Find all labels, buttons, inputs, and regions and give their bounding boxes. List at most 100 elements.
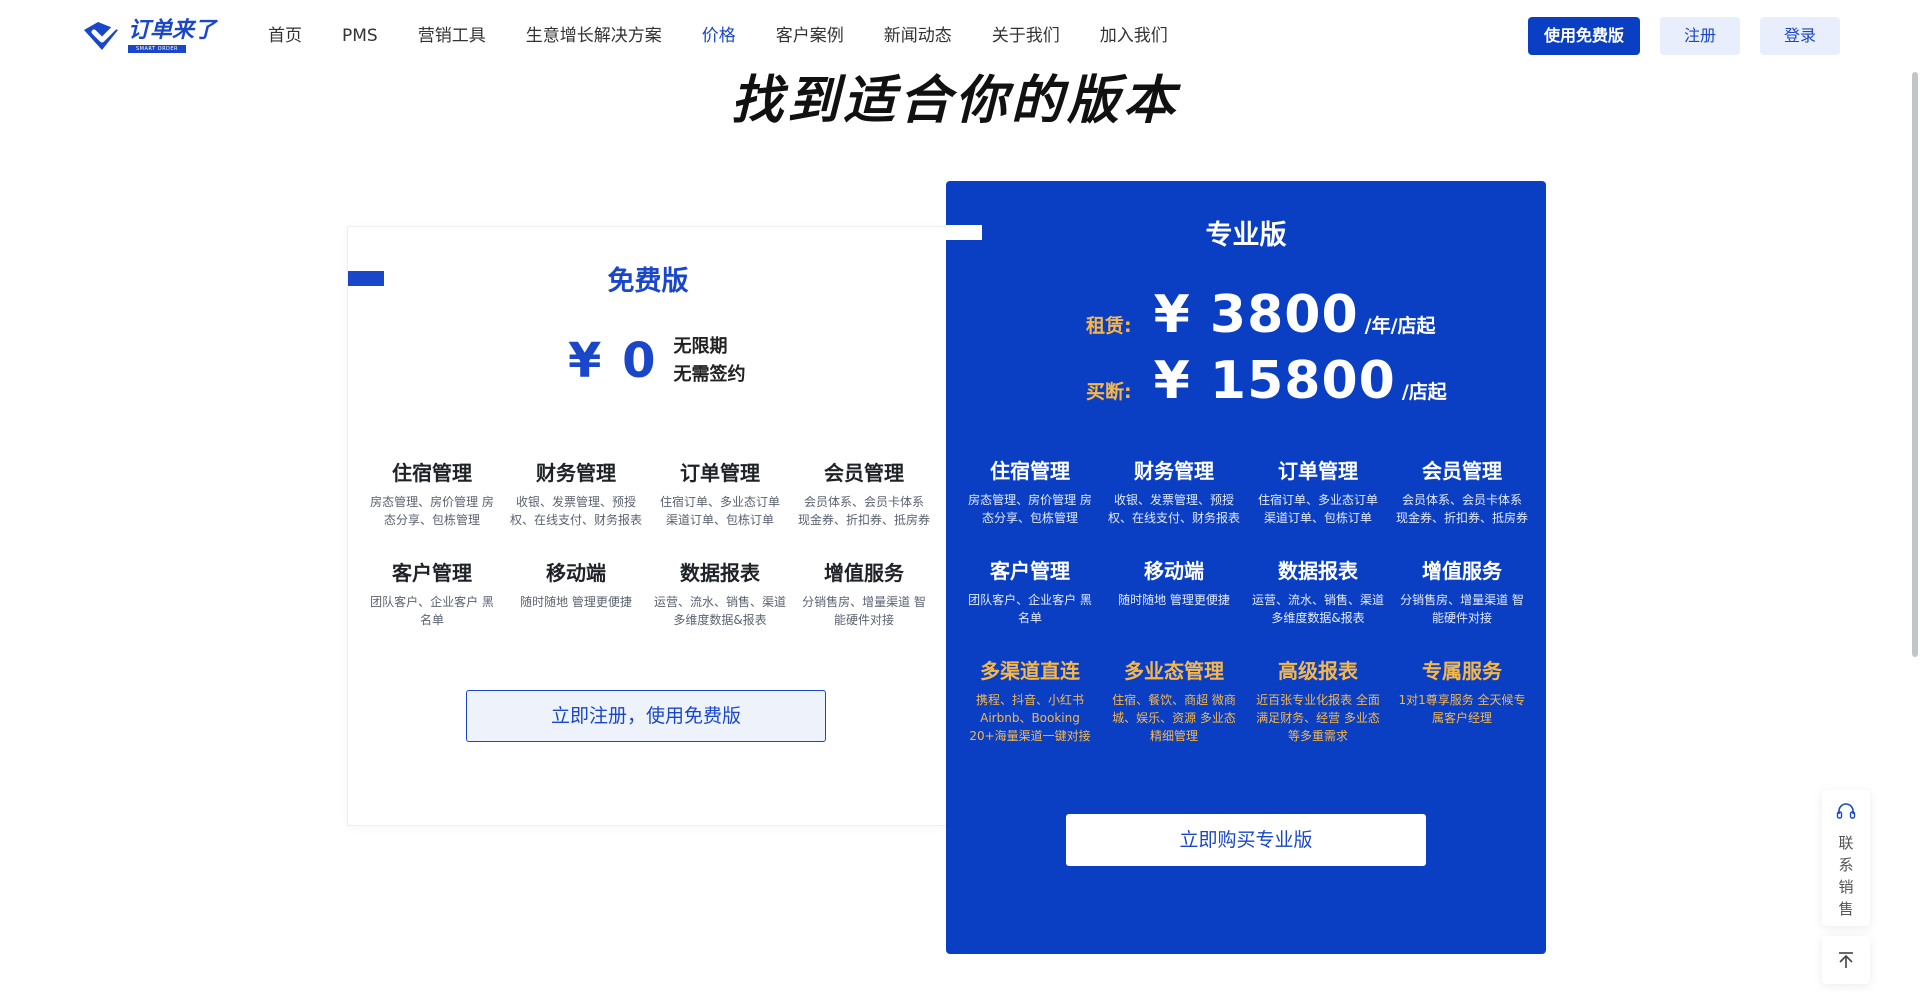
rent-amount: ¥ 3800: [1153, 285, 1359, 345]
feature-desc: 会员体系、会员卡体系 现金券、折扣券、抵房券: [1396, 493, 1529, 525]
rent-label: 租赁:: [1086, 315, 1132, 337]
feature-mobile: 移动端 随时随地 管理更便捷: [504, 559, 648, 629]
free-plan-card: 免费版 ¥ 0 无限期 无需签约 住宿管理 房态管理、房价管理 房态分享、包栋管…: [347, 226, 947, 826]
feature-desc: 会员体系、会员卡体系 现金券、折扣券、抵房券: [798, 495, 931, 527]
feature-name: 客户管理: [990, 559, 1070, 583]
feature-name: 数据报表: [680, 561, 760, 585]
feature-name: 高级报表: [1278, 659, 1358, 683]
feature-advanced-reports: 高级报表 近百张专业化报表 全面满足财务、经营 多业态等多重需求: [1246, 657, 1390, 745]
feature-name: 订单管理: [680, 461, 760, 485]
main-nav: 首页 PMS 营销工具 生意增长解决方案 价格 客户案例 新闻动态 关于我们 加…: [268, 24, 1208, 48]
feature-desc: 运营、流水、销售、渠道 多维度数据&报表: [654, 595, 787, 627]
register-button[interactable]: 注册: [1660, 17, 1740, 55]
feature-name: 订单管理: [1278, 459, 1358, 483]
feature-lodging: 住宿管理 房态管理、房价管理 房态分享、包栋管理: [360, 459, 504, 529]
contact-sales-label: 联系销售: [1838, 834, 1854, 918]
nav-item-growth-solutions[interactable]: 生意增长解决方案: [526, 24, 662, 48]
free-terms: 无限期 无需签约: [674, 333, 746, 389]
back-to-top-button[interactable]: [1822, 936, 1870, 984]
feature-name: 增值服务: [824, 561, 904, 585]
feature-desc: 房态管理、房价管理 房态分享、包栋管理: [968, 493, 1092, 525]
feature-name: 多业态管理: [1124, 659, 1224, 683]
feature-desc: 团队客户、企业客户 黑名单: [968, 593, 1092, 625]
brand-logo[interactable]: 订单来了 SMART ORDER: [78, 16, 216, 56]
feature-desc: 1对1尊享服务 全天候专属客户经理: [1398, 693, 1526, 725]
feature-name: 数据报表: [1278, 559, 1358, 583]
feature-value-added: 增值服务 分销售房、增量渠道 智能硬件对接: [1390, 557, 1534, 627]
feature-finance: 财务管理 收银、发票管理、预授权、在线支付、财务报表: [1102, 457, 1246, 527]
free-term-no-contract: 无需签约: [673, 364, 746, 385]
feature-name: 住宿管理: [990, 459, 1070, 483]
feature-reports: 数据报表 运营、流水、销售、渠道 多维度数据&报表: [1246, 557, 1390, 627]
nav-item-pricing[interactable]: 价格: [702, 24, 736, 48]
feature-desc: 房态管理、房价管理 房态分享、包栋管理: [370, 495, 494, 527]
feature-desc: 住宿、餐饮、商超 微商城、娱乐、资源 多业态精细管理: [1112, 693, 1236, 743]
feature-multi-business: 多业态管理 住宿、餐饮、商超 微商城、娱乐、资源 多业态精细管理: [1102, 657, 1246, 745]
feature-finance: 财务管理 收银、发票管理、预授权、在线支付、财务报表: [504, 459, 648, 529]
rent-unit: /年/店起: [1364, 315, 1436, 337]
pro-feature-grid: 住宿管理 房态管理、房价管理 房态分享、包栋管理 财务管理 收银、发票管理、预授…: [958, 457, 1534, 745]
arrow-up-icon: [1839, 952, 1853, 968]
nav-item-join[interactable]: 加入我们: [1100, 24, 1168, 48]
headset-icon: [1836, 803, 1856, 819]
feature-lodging: 住宿管理 房态管理、房价管理 房态分享、包栋管理: [958, 457, 1102, 527]
feature-mobile: 移动端 随时随地 管理更便捷: [1102, 557, 1246, 627]
scrollbar-thumb[interactable]: [1912, 72, 1918, 657]
feature-multi-channel: 多渠道直连 携程、抖音、小红书 Airbnb、Booking 20+海量渠道一键…: [958, 657, 1102, 745]
feature-name: 会员管理: [1422, 459, 1502, 483]
brand-logo-icon: [84, 22, 118, 50]
free-plan-title: 免费版: [607, 266, 689, 297]
feature-desc: 运营、流水、销售、渠道 多维度数据&报表: [1252, 593, 1385, 625]
buyout-price-row: 买断: ¥ 15800 /店起: [1086, 351, 1447, 411]
feature-desc: 收银、发票管理、预授权、在线支付、财务报表: [1108, 493, 1241, 525]
register-free-button[interactable]: 立即注册，使用免费版: [466, 690, 826, 742]
pro-plan-title: 专业版: [1205, 220, 1287, 251]
feature-customers: 客户管理 团队客户、企业客户 黑名单: [360, 559, 504, 629]
feature-desc: 团队客户、企业客户 黑名单: [370, 595, 494, 627]
feature-desc: 收银、发票管理、预授权、在线支付、财务报表: [510, 495, 643, 527]
nav-item-marketing-tools[interactable]: 营销工具: [418, 24, 486, 48]
feature-orders: 订单管理 住宿订单、多业态订单 渠道订单、包栋订单: [648, 459, 792, 529]
feature-desc: 分销售房、增量渠道 智能硬件对接: [1400, 593, 1524, 625]
buy-pro-button[interactable]: 立即购买专业版: [1066, 814, 1426, 866]
nav-item-news[interactable]: 新闻动态: [884, 24, 952, 48]
nav-item-customer-cases[interactable]: 客户案例: [776, 24, 844, 48]
feature-customers: 客户管理 团队客户、企业客户 黑名单: [958, 557, 1102, 627]
feature-members: 会员管理 会员体系、会员卡体系 现金券、折扣券、抵房券: [792, 459, 936, 529]
free-price-row: ¥ 0 无限期 无需签约: [568, 333, 746, 389]
brand-name: 订单来了: [128, 18, 217, 43]
use-free-button[interactable]: 使用免费版: [1528, 17, 1640, 55]
feature-desc: 随时随地 管理更便捷: [1118, 593, 1230, 607]
feature-name: 财务管理: [1134, 459, 1214, 483]
feature-desc: 随时随地 管理更便捷: [520, 595, 632, 609]
contact-sales-button[interactable]: 联系销售: [1822, 790, 1870, 926]
pro-plan-card: 专业版 租赁: ¥ 3800 /年/店起 买断: ¥ 15800 /店起 住宿管…: [946, 181, 1546, 954]
feature-name: 增值服务: [1422, 559, 1502, 583]
feature-name: 会员管理: [824, 461, 904, 485]
free-feature-grid: 住宿管理 房态管理、房价管理 房态分享、包栋管理 财务管理 收银、发票管理、预授…: [360, 459, 936, 629]
feature-members: 会员管理 会员体系、会员卡体系 现金券、折扣券、抵房券: [1390, 457, 1534, 527]
feature-name: 多渠道直连: [980, 659, 1080, 683]
feature-desc: 分销售房、增量渠道 智能硬件对接: [802, 595, 926, 627]
feature-name: 移动端: [546, 561, 606, 585]
login-button[interactable]: 登录: [1760, 17, 1840, 55]
nav-item-about[interactable]: 关于我们: [992, 24, 1060, 48]
feature-name: 客户管理: [392, 561, 472, 585]
feature-desc: 住宿订单、多业态订单 渠道订单、包栋订单: [1257, 493, 1378, 525]
feature-name: 住宿管理: [392, 461, 472, 485]
nav-item-pms[interactable]: PMS: [342, 24, 378, 48]
feature-reports: 数据报表 运营、流水、销售、渠道 多维度数据&报表: [648, 559, 792, 629]
feature-orders: 订单管理 住宿订单、多业态订单 渠道订单、包栋订单: [1246, 457, 1390, 527]
top-header: 订单来了 SMART ORDER 首页 PMS 营销工具 生意增长解决方案 价格…: [0, 0, 1920, 72]
feature-name: 财务管理: [536, 461, 616, 485]
free-price: ¥ 0: [568, 333, 658, 389]
nav-item-home[interactable]: 首页: [268, 24, 302, 48]
free-term-unlimited: 无限期: [673, 336, 728, 357]
brand-subtitle: SMART ORDER: [128, 45, 186, 53]
rent-price-row: 租赁: ¥ 3800 /年/店起: [1086, 285, 1436, 345]
feature-value-added: 增值服务 分销售房、增量渠道 智能硬件对接: [792, 559, 936, 629]
buyout-label: 买断:: [1086, 381, 1132, 403]
buyout-unit: /店起: [1401, 381, 1447, 403]
feature-dedicated-service: 专属服务 1对1尊享服务 全天候专属客户经理: [1390, 657, 1534, 745]
feature-desc: 近百张专业化报表 全面满足财务、经营 多业态等多重需求: [1256, 693, 1380, 743]
